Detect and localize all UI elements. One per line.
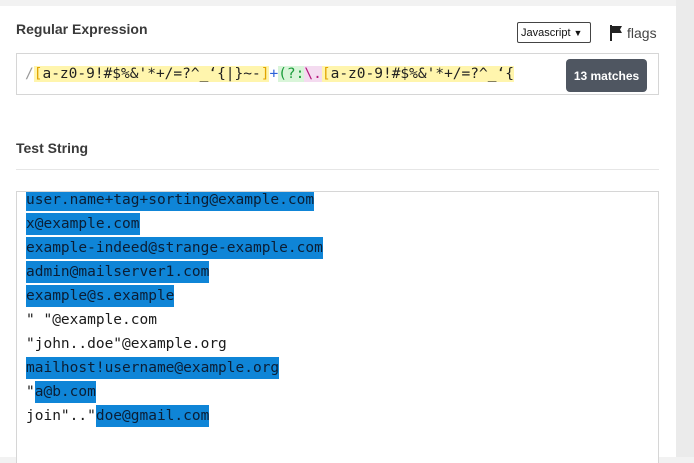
match-highlight: admin@mailserver1.com xyxy=(26,261,210,283)
flavor-select[interactable]: Javascript ▼ xyxy=(517,22,591,43)
matches-count-badge: 13 matches xyxy=(566,59,647,92)
match-highlight: example@s.example xyxy=(26,285,175,307)
match-highlight: x@example.com xyxy=(26,213,140,235)
match-highlight: example-indeed@strange-example.com xyxy=(26,237,323,259)
regex-token: a-z0-9!#$%&'*+/=?^_‘{ xyxy=(330,66,514,82)
flags-button[interactable]: flags xyxy=(609,22,657,44)
regex-section-title: Regular Expression xyxy=(16,21,148,37)
section-divider xyxy=(16,169,659,170)
test-string-section-title: Test String xyxy=(16,140,89,156)
match-highlight: mailhost!username@example.org xyxy=(26,357,280,379)
unmatched-text: " "@example.com xyxy=(26,312,157,328)
test-string-input[interactable]: user.name+tag+sorting@example.com x@examp… xyxy=(16,191,659,463)
flag-icon xyxy=(610,25,622,41)
match-highlight: doe@gmail.com xyxy=(95,405,210,427)
test-string-line: join".."doe@gmail.com xyxy=(26,405,323,429)
regex-token: (?: xyxy=(278,66,305,82)
test-string-line: " "@example.com xyxy=(26,309,323,333)
test-string-line: "a@b.com xyxy=(26,381,323,405)
regex-panel: Regular Expression Javascript ▼ flags / [… xyxy=(0,6,676,463)
test-string-line: mailhost!username@example.org xyxy=(26,357,323,381)
regex-pattern: /[a-z0-9!#$%&'*+/=?^_‘{|}~-]+(?:\.[a-z0-… xyxy=(25,64,514,84)
regex-token: a-z0-9!#$%&'*+/=?^_‘{|}~- xyxy=(42,66,261,82)
unmatched-text: " xyxy=(26,384,35,400)
regex-input[interactable]: /[a-z0-9!#$%&'*+/=?^_‘{|}~-]+(?:\.[a-z0-… xyxy=(16,53,659,95)
test-string-line: user.name+tag+sorting@example.com xyxy=(26,192,323,213)
unmatched-text: join".." xyxy=(26,408,96,424)
test-string-line: example@s.example xyxy=(26,285,323,309)
test-string-line: x@example.com xyxy=(26,213,323,237)
match-highlight: user.name+tag+sorting@example.com xyxy=(26,192,315,211)
unmatched-text: "john..doe"@example.org xyxy=(26,336,227,352)
page-scrollbar[interactable] xyxy=(676,0,694,457)
flags-label: flags xyxy=(627,25,657,41)
match-highlight: a@b.com xyxy=(34,381,96,403)
chevron-down-icon: ▼ xyxy=(573,27,583,38)
regex-token: / xyxy=(25,66,34,82)
flavor-select-value: Javascript xyxy=(521,26,571,39)
test-string-line: "john..doe"@example.org xyxy=(26,333,323,357)
test-string-lines: user.name+tag+sorting@example.com x@examp… xyxy=(26,192,323,429)
regex-token: \. xyxy=(304,66,322,82)
regex-token: [ xyxy=(321,66,331,82)
test-string-line: admin@mailserver1.com xyxy=(26,261,323,285)
regex-token: + xyxy=(269,66,279,82)
test-string-line: example-indeed@strange-example.com xyxy=(26,237,323,261)
